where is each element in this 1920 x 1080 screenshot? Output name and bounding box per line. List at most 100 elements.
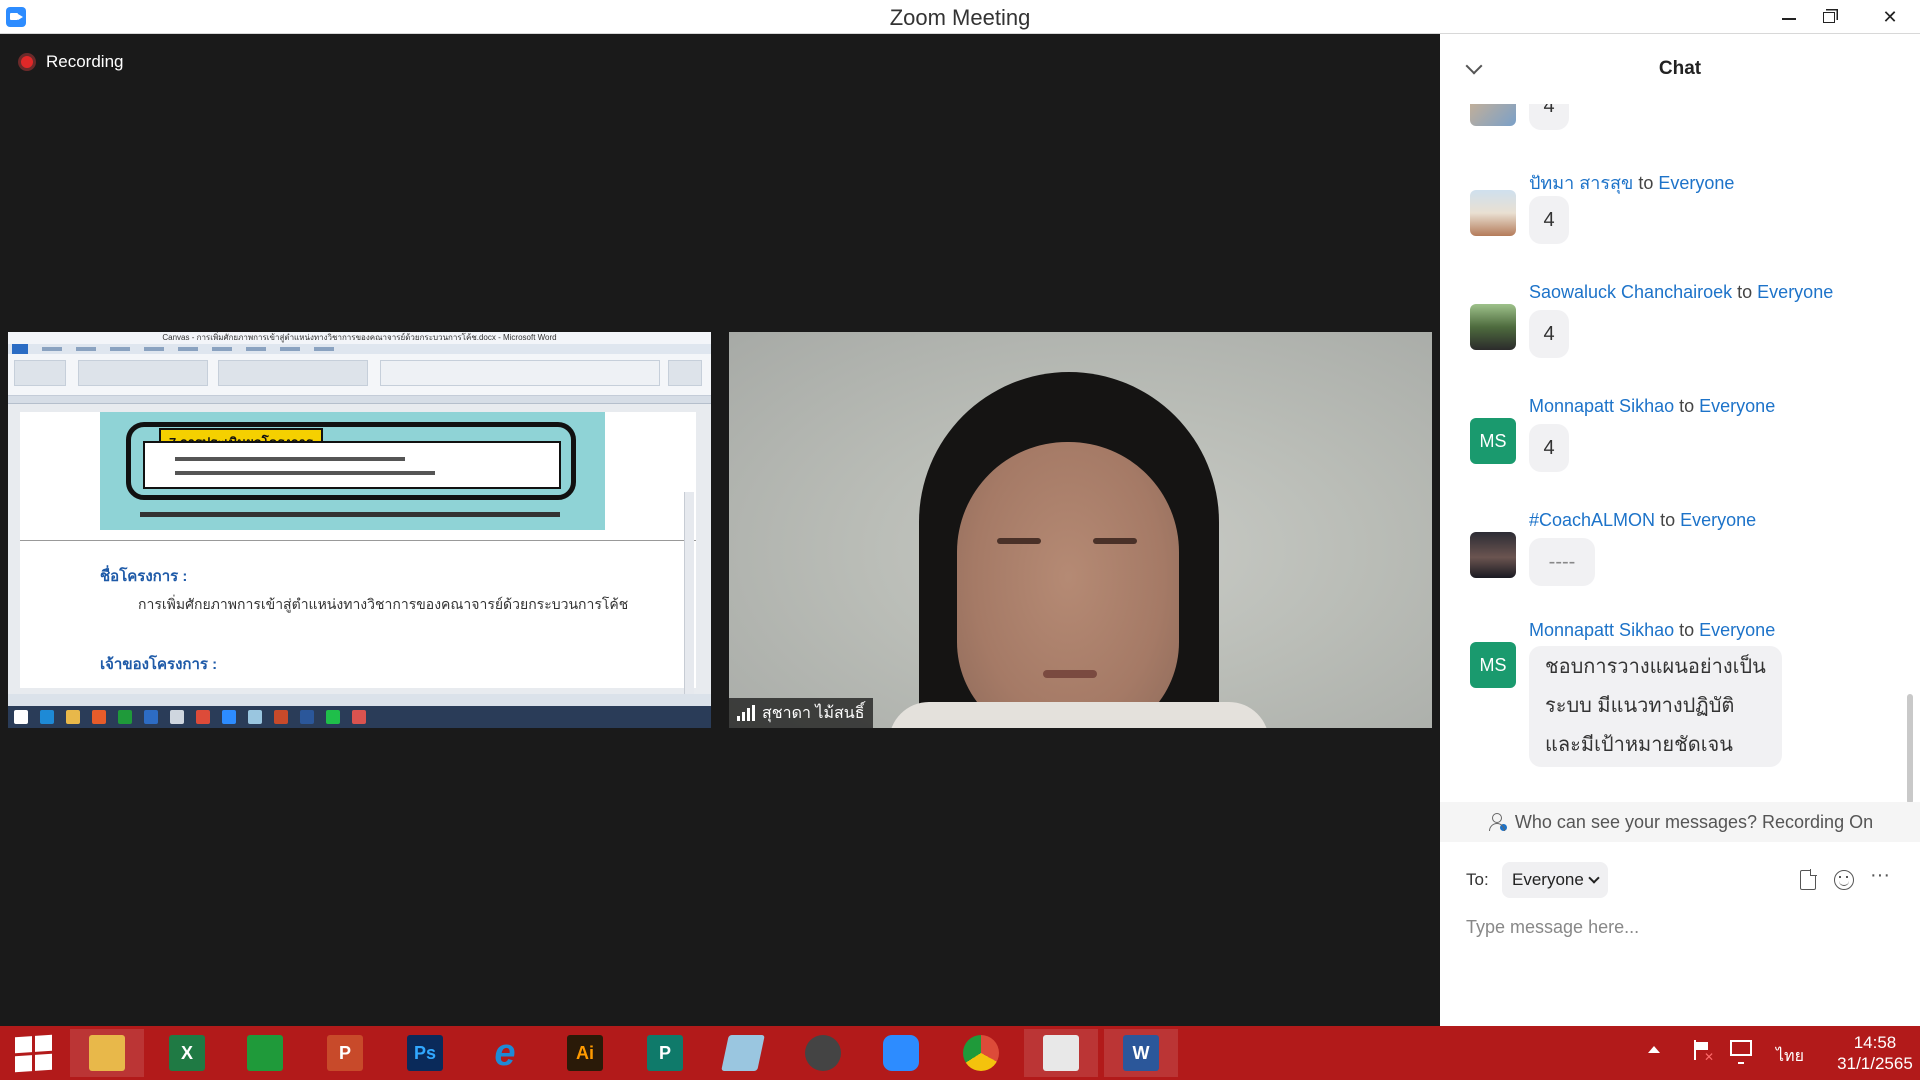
- message-recipient: Everyone: [1680, 510, 1757, 530]
- chevron-down-icon: [1588, 872, 1600, 884]
- folder-icon: [89, 1035, 125, 1071]
- shared-doc-scrollbar: [684, 492, 694, 728]
- network-icon[interactable]: [1730, 1040, 1752, 1064]
- zoom-icon: [883, 1035, 919, 1071]
- restore-icon: [1823, 11, 1835, 23]
- publisher-icon: P: [647, 1035, 683, 1071]
- illustrator-icon: Ai: [567, 1035, 603, 1071]
- taskbar-notepad[interactable]: [706, 1029, 780, 1077]
- system-clock[interactable]: 14:58 31/1/2565: [1836, 1032, 1914, 1074]
- sender-name[interactable]: ปัทมา สารสุข: [1529, 173, 1633, 193]
- more-options-icon[interactable]: ···: [1870, 864, 1892, 886]
- taskbar-zoom[interactable]: [864, 1029, 938, 1077]
- shared-screen-tile[interactable]: Canvas - การเพิ่มศักยภาพการเข้าสู่ตำแหน่…: [8, 332, 711, 728]
- message-sender-line: Saowaluck Chanchairoek to Everyone: [1529, 282, 1834, 302]
- recording-indicator[interactable]: Recording: [18, 52, 124, 72]
- clock-date: 31/1/2565: [1837, 1054, 1913, 1073]
- chat-title: Chat: [1658, 58, 1702, 79]
- message-sender-line: ปัทมา สารสุข to Everyone: [1529, 173, 1735, 193]
- avatar: MS: [1470, 642, 1516, 688]
- message-recipient: Everyone: [1699, 620, 1776, 640]
- shared-document-page: 7.การประเมินผลโครงการ ชื่อโครงการ : การเ…: [20, 412, 696, 728]
- recording-label: Recording: [46, 52, 124, 71]
- emoji-icon[interactable]: [1834, 870, 1854, 890]
- restore-button[interactable]: [1806, 0, 1852, 34]
- taskbar-photoshop[interactable]: Ps: [388, 1029, 462, 1077]
- minimize-icon: [1782, 18, 1796, 20]
- participant-name: สุชาดา ไม้สนธิ์: [762, 704, 865, 722]
- document-banner: 7.การประเมินผลโครงการ: [100, 412, 605, 530]
- chat-panel: Chat 4 ปัทมา สารสุข to Everyone 4 Saowal…: [1440, 34, 1920, 1026]
- powerpoint-icon: P: [327, 1035, 363, 1071]
- avatar: [1470, 190, 1516, 236]
- chrome-icon: [963, 1035, 999, 1071]
- sender-name[interactable]: #CoachALMON: [1529, 510, 1655, 530]
- taskbar-ocam[interactable]: [786, 1029, 860, 1077]
- presentation-icon: [1043, 1035, 1079, 1071]
- taskbar-publisher[interactable]: P: [628, 1029, 702, 1077]
- recipient-row: To: Everyone ···: [1440, 860, 1920, 900]
- title-bar: Zoom Meeting ✕: [0, 0, 1920, 34]
- taskbar-store[interactable]: [228, 1029, 302, 1077]
- taskbar-file-explorer[interactable]: [70, 1029, 144, 1077]
- project-name-text: การเพิ่มศักยภาพการเข้าสู่ตำแหน่งทางวิชาก…: [138, 596, 629, 612]
- chat-message: MS Monnapatt Sikhao to Everyone 4: [1470, 396, 1890, 486]
- meeting-area: Recording Canvas - การเพิ่มศักยภาพการเข้…: [0, 34, 1440, 1026]
- recipient-value: Everyone: [1512, 870, 1584, 889]
- input-language[interactable]: ไทย: [1776, 1044, 1804, 1069]
- taskbar-word[interactable]: W: [1104, 1029, 1178, 1077]
- chat-header: Chat: [1440, 34, 1920, 104]
- word-icon: W: [1123, 1035, 1159, 1071]
- chat-message: Saowaluck Chanchairoek to Everyone 4: [1470, 282, 1890, 372]
- project-name-label: ชื่อโครงการ :: [100, 568, 188, 585]
- message-recipient: Everyone: [1699, 396, 1776, 416]
- signal-strength-icon: [737, 705, 755, 721]
- to-label: To:: [1466, 870, 1489, 889]
- file-icon[interactable]: [1800, 869, 1817, 890]
- message-bubble: 4: [1529, 196, 1569, 244]
- message-sender-line: Monnapatt Sikhao to Everyone: [1529, 620, 1776, 640]
- sender-name[interactable]: Monnapatt Sikhao: [1529, 620, 1674, 640]
- avatar: [1470, 532, 1516, 578]
- message-bubble: ----: [1529, 538, 1595, 586]
- chat-scrollbar[interactable]: [1907, 106, 1913, 804]
- shared-ruler: [8, 396, 711, 404]
- sender-name[interactable]: Monnapatt Sikhao: [1529, 396, 1674, 416]
- close-button[interactable]: ✕: [1860, 0, 1920, 34]
- avatar: MS: [1470, 418, 1516, 464]
- taskbar-internet-explorer[interactable]: e: [468, 1029, 542, 1077]
- close-icon: ✕: [1882, 6, 1898, 27]
- taskbar-presentation-app[interactable]: [1024, 1029, 1098, 1077]
- window-title: Zoom Meeting: [889, 5, 1031, 30]
- chat-scrollbar-thumb[interactable]: [1907, 694, 1913, 804]
- chat-message: MS Monnapatt Sikhao to Everyone ชอบการวา…: [1470, 620, 1890, 790]
- start-button[interactable]: [0, 1029, 70, 1077]
- person-visibility-icon: [1487, 812, 1507, 832]
- message-sender-line: Monnapatt Sikhao to Everyone: [1529, 396, 1776, 416]
- message-bubble: 4: [1529, 424, 1569, 472]
- shared-ribbon: [8, 354, 711, 396]
- message-bubble: 4: [1529, 310, 1569, 358]
- taskbar-illustrator[interactable]: Ai: [548, 1029, 622, 1077]
- store-icon: [247, 1035, 283, 1071]
- shared-statusbar: [8, 694, 711, 706]
- avatar: [1470, 104, 1516, 126]
- message-recipient: Everyone: [1757, 282, 1834, 302]
- clock-time: 14:58: [1853, 1033, 1897, 1052]
- visibility-notice-text: Who can see your messages? Recording On: [1514, 811, 1874, 832]
- chevron-up-icon[interactable]: [1648, 1046, 1660, 1053]
- message-visibility-notice[interactable]: Who can see your messages? Recording On: [1440, 802, 1920, 842]
- shared-ribbon-tabs: [8, 344, 711, 354]
- message-bubble: 4: [1529, 104, 1569, 130]
- taskbar-chrome[interactable]: [944, 1029, 1018, 1077]
- recipient-dropdown[interactable]: Everyone: [1502, 862, 1608, 898]
- notepad-icon: [721, 1035, 765, 1071]
- taskbar-excel[interactable]: X: [150, 1029, 224, 1077]
- project-owner-label: เจ้าของโครงการ :: [100, 656, 218, 673]
- participant-video-tile[interactable]: สุชาดา ไม้สนธิ์: [729, 332, 1432, 728]
- chat-message-list[interactable]: 4 ปัทมา สารสุข to Everyone 4 Saowaluck C…: [1440, 104, 1920, 802]
- message-input[interactable]: [1466, 912, 1896, 942]
- taskbar-powerpoint[interactable]: P: [308, 1029, 382, 1077]
- sender-name[interactable]: Saowaluck Chanchairoek: [1529, 282, 1732, 302]
- windows-logo-icon: [14, 1034, 52, 1072]
